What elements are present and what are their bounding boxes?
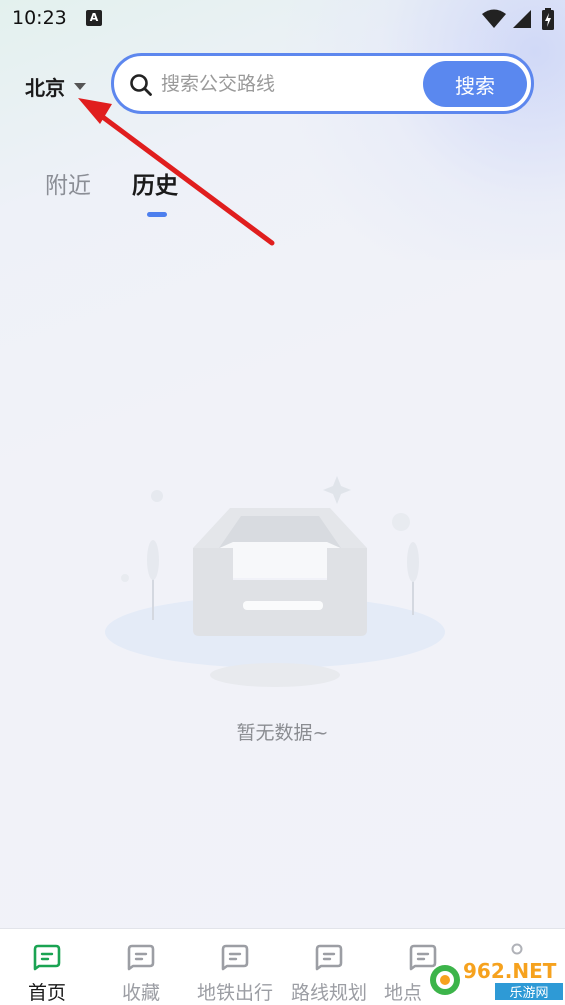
watermark-main-text: 962.NET [463,959,557,983]
nav-label-subway: 地铁出行 [196,982,273,1004]
battery-charging-icon [542,8,554,30]
wifi-icon [482,9,506,28]
annotation-arrow [78,98,275,246]
watermark-logo: 962.NET 乐游网 [430,959,563,1001]
watermark-sub-text: 乐游网 [509,986,548,1001]
empty-state-message: 暂无数据~ [236,722,329,744]
city-name: 北京 [25,76,65,100]
search-input[interactable] [161,64,421,104]
nav-item-subway[interactable]: 地铁出行 [188,929,282,1005]
route-icon [315,944,343,971]
nav-item-home[interactable]: 首页 [0,929,94,1005]
status-bar: 10:23 A [0,0,565,38]
signal-icon [513,10,531,28]
nav-label-favorites: 收藏 [121,982,160,1004]
subway-icon [221,944,249,971]
empty-inbox-illustration [105,476,445,687]
home-icon [33,944,61,971]
search-button[interactable]: 搜索 [423,61,527,107]
background-glow [265,0,565,260]
status-time: 10:23 [12,7,67,29]
notification-badge: A [86,10,102,26]
search-box[interactable]: 搜索 [111,53,534,114]
nav-item-favorites[interactable]: 收藏 [94,929,188,1005]
favorites-icon [127,944,155,971]
search-icon [130,74,152,96]
tab-history[interactable]: 历史 [132,166,178,200]
status-icons [481,8,555,30]
tab-active-indicator [147,212,167,217]
tab-nearby[interactable]: 附近 [45,166,91,200]
chevron-down-icon [74,83,86,90]
nav-label-home: 首页 [27,982,66,1004]
city-selector[interactable]: 北京 [25,72,86,101]
